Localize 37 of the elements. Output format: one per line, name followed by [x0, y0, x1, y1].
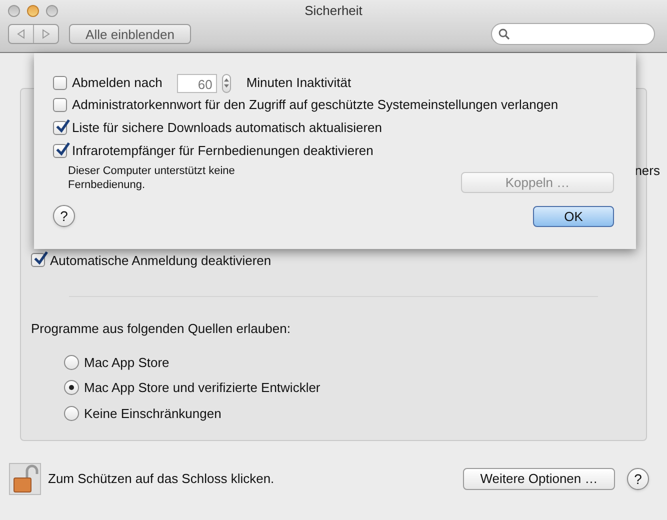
radio-button[interactable] — [64, 354, 79, 370]
radio-button[interactable] — [64, 380, 79, 396]
search-icon — [498, 28, 510, 40]
minutes-field[interactable]: 60 — [177, 74, 218, 92]
remote-note: Dieser Computer unterstützt keine Fernbedienung. — [68, 164, 236, 192]
pair-button: Koppeln … — [461, 172, 614, 193]
checkbox[interactable] — [53, 144, 67, 158]
forward-icon[interactable] — [42, 29, 50, 39]
section-heading: Programme aus folgenden Quellen erlauben: — [31, 320, 292, 338]
radio-button[interactable] — [64, 406, 79, 421]
help-button[interactable]: ? — [53, 205, 75, 227]
checkbox-label: Liste für sichere Downloads automatisch aktualisieren — [72, 118, 382, 137]
checkbox-label: Abmelden nach — [72, 74, 162, 92]
up-arrow-icon[interactable] — [224, 78, 230, 82]
checkbox[interactable] — [53, 120, 67, 134]
open-padlock-icon[interactable] — [9, 463, 41, 495]
window-title: Sicherheit — [304, 2, 362, 20]
more-options-button[interactable]: Weitere Optionen … — [463, 468, 615, 490]
search-field[interactable] — [491, 23, 655, 45]
stepper-control[interactable] — [222, 74, 232, 92]
checkbox-label: Administratorkennwort für den Zugriff auf geschützte Systemeinstellungen verlangen — [72, 96, 558, 114]
show-all-button[interactable]: Alle einblenden — [69, 24, 191, 44]
lock-hint: Zum Schützen auf das Schloss klicken. — [48, 470, 274, 488]
checkbox[interactable] — [53, 76, 67, 90]
back-icon[interactable] — [17, 29, 25, 39]
checkbox[interactable] — [53, 98, 67, 112]
help-button[interactable]: ? — [627, 468, 649, 490]
checkbox[interactable] — [31, 253, 45, 268]
ok-button[interactable]: OK — [533, 206, 614, 226]
back-forward-control[interactable] — [8, 24, 59, 44]
radio-label: Keine Einschränkungen — [84, 404, 222, 423]
minutes-label: Minuten Inaktivität — [246, 74, 352, 92]
radio-label: Mac App Store — [84, 354, 170, 372]
checkbox-label: Infrarotempfänger für Fernbedienungen deaktivieren — [72, 142, 374, 160]
down-arrow-icon[interactable] — [224, 84, 230, 88]
checkbox-label: Automatische Anmeldung deaktivieren — [50, 252, 272, 270]
radio-label: Mac App Store und verifizierte Entwickler — [84, 379, 320, 397]
